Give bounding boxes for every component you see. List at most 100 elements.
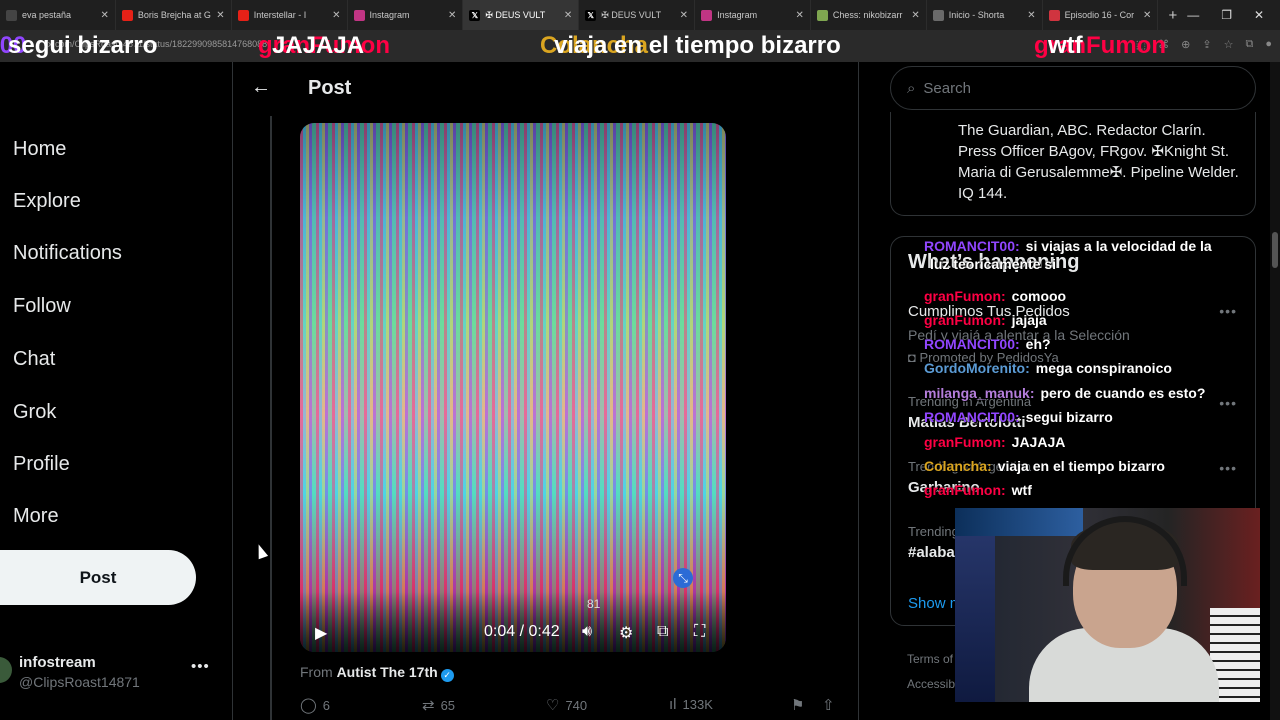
nav-grok[interactable]: Grok [13,401,56,424]
more-options-icon[interactable]: ••• [1219,395,1237,411]
play-icon[interactable]: ▶ [315,623,327,643]
post-header: ← Post [233,62,858,116]
close-tab-icon[interactable]: ✕ [680,10,688,21]
share-post-icon[interactable]: ⇧ [822,696,835,714]
close-tab-icon[interactable]: ✕ [332,10,340,21]
chat-message: granFumon: wtf [924,482,1032,498]
browser-tab[interactable]: Episodio 16 - Cor ✕ [1043,0,1159,30]
close-tab-icon[interactable]: ✕ [796,10,804,21]
nav-notifications[interactable]: Notifications [13,242,122,265]
video-controls-shade [300,592,726,652]
video-player[interactable]: ⤡ [300,123,726,652]
repost-count: 65 [440,697,456,713]
close-window-icon[interactable]: ✕ [1254,8,1264,22]
fullscreen-icon[interactable]: ⛶ [694,623,705,641]
browser-tab[interactable]: Chess: nikobizarr ✕ [811,0,927,30]
browser-tab[interactable]: Interstellar - I ✕ [232,0,348,30]
video-source-attribution: From Autist The 17th ✓ [300,664,454,682]
browser-tab[interactable]: eva pestaña ✕ [0,0,116,30]
like-button[interactable]: ♡ 740 [546,696,587,714]
view-count: 133K [682,697,713,712]
ticker-text: viaja en el tiempo bizarro [554,32,841,59]
x-icon: 𝕏 [469,9,481,21]
browser-tab[interactable]: 𝕏 ✠ DEUS VULT ✕ [463,0,580,30]
chat-text: si viajas a la velocidad de la [1025,238,1212,254]
video-time: 0:04 / 0:42 [484,623,560,640]
new-tab-button[interactable]: + [1158,7,1187,24]
reply-button[interactable]: ◯ 6 [300,696,330,714]
background-screen [955,508,1083,536]
browser-tab[interactable]: Instagram ✕ [348,0,464,30]
nav-explore[interactable]: Explore [13,190,81,213]
chat-text: comooo [1011,288,1067,304]
promoted-icon: ◘ [908,350,920,365]
minimize-icon[interactable]: — [1187,8,1199,22]
search-placeholder: Search [923,79,971,97]
chat-text: segui bizarro [1025,409,1113,425]
chat-message: milanga_manuk: pero de cuando es esto? [924,385,1205,401]
chat-text: wtf [1011,482,1032,498]
author-bio-card: The Guardian, ABC. Redactor Clarín. Pres… [890,112,1256,216]
tab-title: Chess: nikobizarr [832,10,903,20]
ticker-text: wtf [1048,32,1083,59]
source-author-link[interactable]: Autist The 17th [337,664,438,680]
more-options-icon[interactable]: ••• [1219,303,1237,319]
tab-title: Interstellar - I [253,10,307,20]
chess-icon [816,9,828,21]
repost-button[interactable]: ⇄ 65 [422,696,455,714]
chat-username: ROMANCIT00: [924,238,1020,254]
footer-accessibility-link[interactable]: Accessib [907,677,955,691]
chat-text: luz teoricamente si [930,256,1057,272]
nav-follow[interactable]: Follow [13,295,71,318]
nav-profile[interactable]: Profile [13,453,70,476]
post-button[interactable]: Post [0,550,196,605]
close-tab-icon[interactable]: ✕ [1143,10,1151,21]
back-arrow-icon[interactable]: ← [251,76,271,99]
more-options-icon[interactable]: ••• [191,658,210,675]
pip-icon[interactable]: ⧉ [657,623,668,641]
close-tab-icon[interactable]: ✕ [216,10,224,21]
trend-name[interactable]: #alaba [908,544,955,561]
nav-home[interactable]: Home [13,138,66,161]
nav-chat[interactable]: Chat [13,348,55,371]
bookmark-icon[interactable]: ⚑ [791,696,804,714]
page-title: Post [308,77,352,99]
browser-tab[interactable]: Instagram ✕ [695,0,811,30]
volume-level: 81 [587,597,601,611]
close-tab-icon[interactable]: ✕ [1027,10,1035,21]
restore-icon[interactable]: ❐ [1221,8,1232,22]
views-button[interactable]: ıl 133K [669,696,713,713]
nav-more[interactable]: More [13,505,59,528]
account-switcher[interactable]: infostream @ClipsRoast14871 ••• [0,650,220,700]
account-name: infostream [19,654,96,671]
browser-tab[interactable]: 𝕏 ✠ DEUS VULT ✕ [579,0,696,30]
close-tab-icon[interactable]: ✕ [911,10,919,21]
browser-tab[interactable]: Inicio - Shorta ✕ [927,0,1043,30]
heart-icon: ♡ [546,697,560,714]
address-bar[interactable]: x.com/ClipsRoast14871/status/18229909858… [0,30,1280,62]
volume-icon[interactable]: 🔊︎ [582,623,592,641]
more-options-icon[interactable]: ••• [1219,460,1237,476]
r-icon [1048,9,1060,21]
chat-username: ROMANCIT00: [924,336,1020,352]
chat-username: granFumon: [924,434,1006,450]
chat-username: milanga_manuk: [924,385,1035,401]
close-tab-icon[interactable]: ✕ [564,10,572,21]
chat-text: viaja en el tiempo bizarro [997,458,1165,474]
search-input[interactable]: ⌕ Search [890,66,1256,110]
chat-text: pero de cuando es esto? [1040,385,1206,401]
close-tab-icon[interactable]: ✕ [448,10,456,21]
trend-context: Trending [908,524,959,539]
scrollbar-thumb[interactable] [1272,232,1278,268]
close-tab-icon[interactable]: ✕ [100,10,108,21]
chat-message: ROMANCIT00: si viajas a la velocidad de l… [924,238,1212,254]
like-count: 740 [565,697,588,713]
chat-text: mega conspiranoico [1035,360,1172,376]
expand-icon[interactable]: ⤡ [673,568,693,588]
tab-title: ✠ DEUS VULT [485,9,546,20]
footer-terms-link[interactable]: Terms of [907,652,953,666]
settings-gear-icon[interactable]: ⚙ [619,623,633,643]
views-chart-icon: ıl [669,696,677,713]
browser-tab[interactable]: Boris Brejcha at G ✕ [116,0,232,30]
page-scrollbar[interactable] [1270,62,1280,720]
